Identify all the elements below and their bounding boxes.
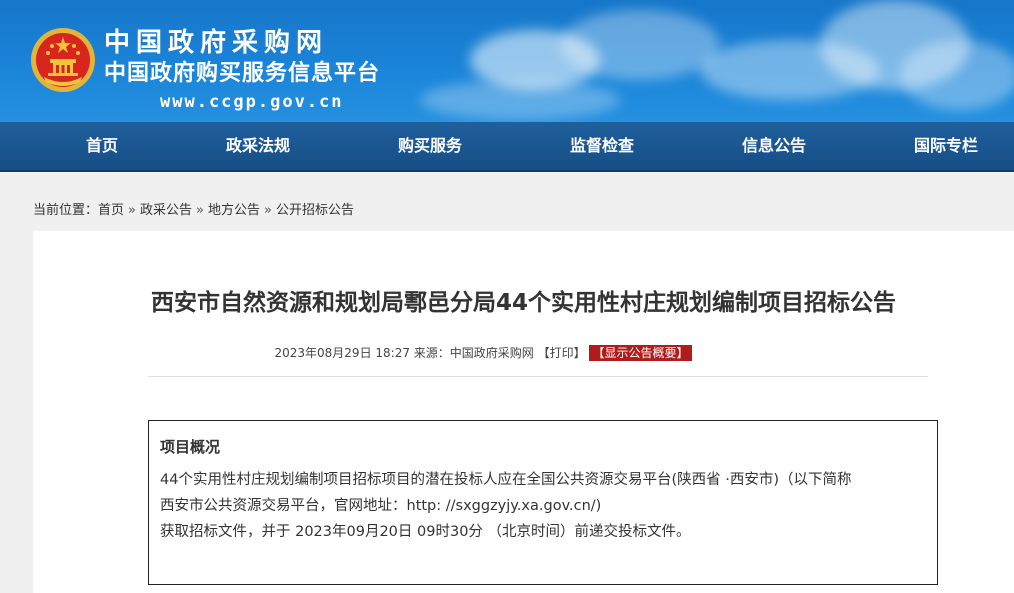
- site-banner: 中国政府采购网 中国政府购买服务信息平台 www.ccgp.gov.cn: [0, 0, 1014, 122]
- nav-item-purchase-services[interactable]: 购买服务: [360, 122, 500, 170]
- breadcrumb-procurement-notices[interactable]: 政采公告: [140, 203, 192, 218]
- breadcrumb-home[interactable]: 首页: [98, 203, 124, 218]
- site-subtitle: 中国政府购买服务信息平台: [104, 61, 381, 86]
- publish-date: 2023年08月29日 18:27: [274, 346, 410, 360]
- print-link[interactable]: 【打印】: [538, 346, 586, 360]
- breadcrumb-prefix: 当前位置：: [33, 203, 99, 218]
- show-summary-button[interactable]: 【显示公告概要】: [589, 345, 692, 361]
- site-name: 中国政府采购网: [104, 28, 329, 58]
- cloud-decoration: [900, 40, 1014, 110]
- site-brand[interactable]: 中国政府采购网 中国政府购买服务信息平台 www.ccgp.gov.cn: [104, 28, 380, 113]
- breadcrumb-separator: »: [128, 203, 136, 218]
- overview-heading: 项目概况: [160, 438, 221, 456]
- nav-item-home[interactable]: 首页: [32, 122, 172, 170]
- article-container: 西安市自然资源和规划局鄠邑分局44个实用性村庄规划编制项目招标公告 2023年0…: [33, 231, 1014, 593]
- article-source: 来源：中国政府采购网: [413, 346, 534, 360]
- breadcrumb-open-tender-notices[interactable]: 公开招标公告: [276, 203, 354, 218]
- overview-line: 西安市公共资源交易平台，官网地址：http: //sxggzyjy.xa.gov…: [160, 498, 602, 514]
- main-nav: 首页 政采法规 购买服务 监督检查 信息公告 国际专栏: [0, 122, 1014, 172]
- cloud-decoration: [560, 10, 720, 80]
- nav-item-international[interactable]: 国际专栏: [876, 122, 1014, 170]
- nav-item-supervision[interactable]: 监督检查: [532, 122, 672, 170]
- breadcrumb-separator: »: [264, 203, 272, 218]
- breadcrumb-separator: »: [196, 203, 204, 218]
- project-overview-box: 项目概况 44个实用性村庄规划编制项目招标项目的潜在投标人应在全国公共资源交易平…: [148, 420, 938, 585]
- nav-item-regulations[interactable]: 政采法规: [188, 122, 328, 170]
- cloud-decoration: [420, 80, 620, 120]
- site-url: www.ccgp.gov.cn: [160, 92, 344, 112]
- article-meta: 2023年08月29日 18:27 来源：中国政府采购网 【打印】 【显示公告概…: [33, 344, 933, 361]
- title-divider: [148, 376, 928, 377]
- nav-item-announcements[interactable]: 信息公告: [704, 122, 844, 170]
- overview-line: 获取招标文件，并于 2023年09月20日 09时30分 （北京时间）前递交投标…: [160, 524, 691, 540]
- overview-line: 44个实用性村庄规划编制项目招标项目的潜在投标人应在全国公共资源交易平台(陕西省…: [160, 472, 852, 488]
- national-emblem-icon: [31, 28, 95, 92]
- breadcrumb-local-notices[interactable]: 地方公告: [208, 203, 260, 218]
- article-title: 西安市自然资源和规划局鄠邑分局44个实用性村庄规划编制项目招标公告: [150, 290, 896, 316]
- breadcrumb: 当前位置：首页 » 政采公告 » 地方公告 » 公开招标公告: [33, 199, 354, 218]
- overview-text: 44个实用性村庄规划编制项目招标项目的潜在投标人应在全国公共资源交易平台(陕西省…: [160, 467, 928, 545]
